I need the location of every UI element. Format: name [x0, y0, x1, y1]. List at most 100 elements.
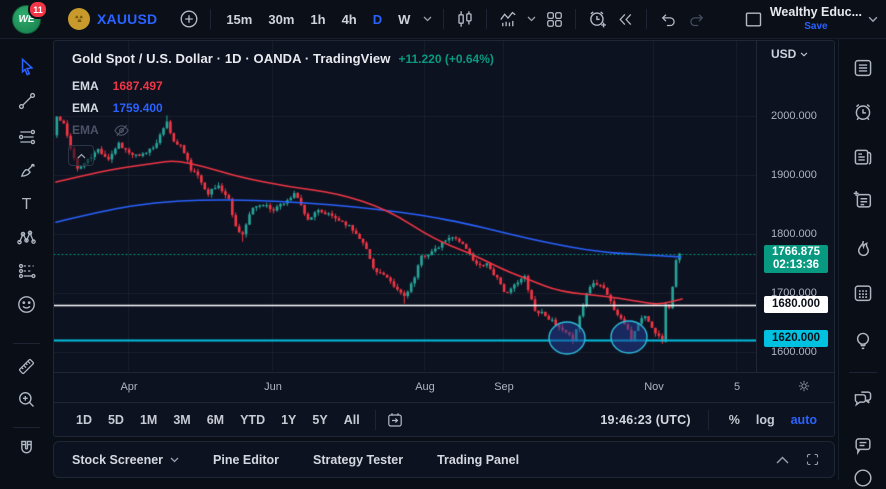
fullscreen-button[interactable]: [805, 452, 820, 467]
indicators-button[interactable]: [494, 5, 522, 33]
measure-ruler-tool-button[interactable]: [16, 356, 37, 377]
tab-strategy-tester[interactable]: Strategy Tester: [309, 453, 407, 467]
range-1m[interactable]: 1M: [132, 408, 165, 432]
currency-label: USD: [771, 47, 796, 61]
scale-settings-button[interactable]: [796, 378, 812, 394]
range-1y[interactable]: 1Y: [273, 408, 304, 432]
range-all[interactable]: All: [336, 408, 368, 432]
compare-add-symbol-button[interactable]: [175, 5, 203, 33]
bar-replay-button[interactable]: [611, 5, 639, 33]
news-button[interactable]: [852, 146, 874, 168]
layout-grid-button[interactable]: [540, 5, 568, 33]
cursor-tool-button[interactable]: [16, 56, 37, 77]
eye-off-icon[interactable]: [113, 122, 130, 139]
price-change: +11.220 (+0.64%): [398, 52, 493, 66]
text-notes-button[interactable]: [852, 189, 874, 211]
ideas-button[interactable]: [852, 330, 874, 352]
fib-retracement-tool-button[interactable]: [16, 126, 37, 147]
help-button[interactable]: [852, 467, 874, 489]
timeframe-15m[interactable]: 15m: [218, 5, 260, 33]
time-scale[interactable]: Apr Jun Aug Sep Nov 5: [54, 372, 834, 402]
go-to-date-icon: [386, 411, 404, 429]
timeframe-1w[interactable]: W: [390, 5, 418, 33]
sidebar-divider: [849, 372, 877, 373]
brush-icon: [17, 161, 37, 181]
clock-utc[interactable]: 19:46:23 (UTC): [600, 413, 690, 427]
calendar-button[interactable]: [852, 282, 874, 304]
redo-button[interactable]: [682, 5, 710, 33]
redo-arrow-icon: [687, 10, 706, 29]
calendar-dots-icon: [852, 282, 874, 304]
news-icon: [852, 146, 874, 168]
chevron-down-icon: [800, 52, 808, 57]
layout-menu-chevron[interactable]: [864, 5, 882, 33]
price-scale[interactable]: USD 2000.000 1900.000 1800.000 1700.000 …: [756, 41, 834, 372]
public-chats-button[interactable]: [852, 387, 874, 409]
indicators-menu-button[interactable]: [522, 5, 540, 33]
go-to-date-button[interactable]: [383, 408, 407, 432]
timeframe-4h[interactable]: 4h: [334, 5, 365, 33]
range-5d[interactable]: 5D: [100, 408, 132, 432]
watchlist-button[interactable]: [852, 57, 874, 79]
log-scale-button[interactable]: log: [753, 413, 778, 427]
magnet-icon: [16, 438, 37, 459]
layout-name-menu[interactable]: Wealthy Educ... Save: [770, 6, 862, 32]
main-menu-button[interactable]: WE 11: [12, 4, 42, 34]
indicator-value: 1759.400: [113, 101, 163, 115]
indicator-name[interactable]: EMA: [72, 101, 99, 115]
tab-stock-screener[interactable]: Stock Screener: [68, 453, 183, 467]
chat-button[interactable]: [852, 434, 874, 456]
range-ytd[interactable]: YTD: [232, 408, 273, 432]
toolbar-divider: [708, 410, 709, 430]
grid-layout-icon: [545, 10, 564, 29]
price-scale-currency-button[interactable]: USD: [771, 47, 808, 61]
hotlists-button[interactable]: [852, 238, 874, 260]
tab-trading-panel[interactable]: Trading Panel: [433, 453, 523, 467]
bar-close-countdown: 02:13:36: [764, 259, 828, 272]
range-3m[interactable]: 3M: [165, 408, 198, 432]
chevron-down-icon: [170, 457, 179, 463]
timeframe-1d[interactable]: D: [365, 5, 390, 33]
undo-button[interactable]: [654, 5, 682, 33]
panel-expand-button[interactable]: [776, 456, 789, 464]
save-layout-button[interactable]: Save: [804, 21, 827, 32]
undo-arrow-icon: [659, 10, 678, 29]
layout-name: Wealthy Educ...: [770, 6, 862, 19]
range-1d[interactable]: 1D: [68, 408, 100, 432]
indicator-name[interactable]: EMA: [72, 79, 99, 93]
xabcd-pattern-tool-button[interactable]: [16, 227, 37, 248]
replay-rewind-icon: [616, 10, 635, 29]
timeframe-menu-button[interactable]: [418, 5, 436, 33]
symbol-search-button[interactable]: XAUUSD: [64, 4, 161, 34]
range-6m[interactable]: 6M: [199, 408, 232, 432]
legend-collapse-button[interactable]: [68, 145, 94, 166]
forecast-icon: [17, 261, 37, 281]
percent-scale-button[interactable]: %: [726, 413, 743, 427]
auto-scale-button[interactable]: auto: [788, 413, 820, 427]
gear-icon: [796, 378, 812, 394]
layout-button[interactable]: [740, 5, 768, 33]
range-5y[interactable]: 5Y: [304, 408, 335, 432]
chart-title[interactable]: Gold Spot / U.S. Dollar · 1D · OANDA · T…: [72, 51, 390, 66]
chevron-down-icon: [868, 16, 878, 23]
chevron-up-icon: [77, 153, 86, 159]
forecast-tool-button[interactable]: [16, 260, 37, 281]
indicator-value: 1687.497: [113, 79, 163, 93]
timeframe-30m[interactable]: 30m: [260, 5, 302, 33]
chevron-down-icon: [527, 16, 536, 22]
magnet-tool-button[interactable]: [16, 438, 37, 459]
indicator-name-hidden[interactable]: EMA: [72, 123, 99, 137]
tab-pine-editor[interactable]: Pine Editor: [209, 453, 283, 467]
chart-style-button[interactable]: [451, 5, 479, 33]
emoji-tool-button[interactable]: [16, 294, 37, 315]
alerts-button[interactable]: [852, 101, 874, 123]
create-alert-button[interactable]: [583, 5, 611, 33]
fib-lines-icon: [17, 127, 37, 147]
text-tool-button[interactable]: T: [16, 194, 37, 215]
zoom-in-tool-button[interactable]: [16, 389, 37, 410]
brush-tool-button[interactable]: [16, 160, 37, 181]
notes-plus-icon: [852, 189, 874, 211]
timeframe-1h[interactable]: 1h: [302, 5, 333, 33]
trend-line-tool-button[interactable]: [16, 90, 37, 111]
help-circle-icon: [852, 467, 874, 489]
